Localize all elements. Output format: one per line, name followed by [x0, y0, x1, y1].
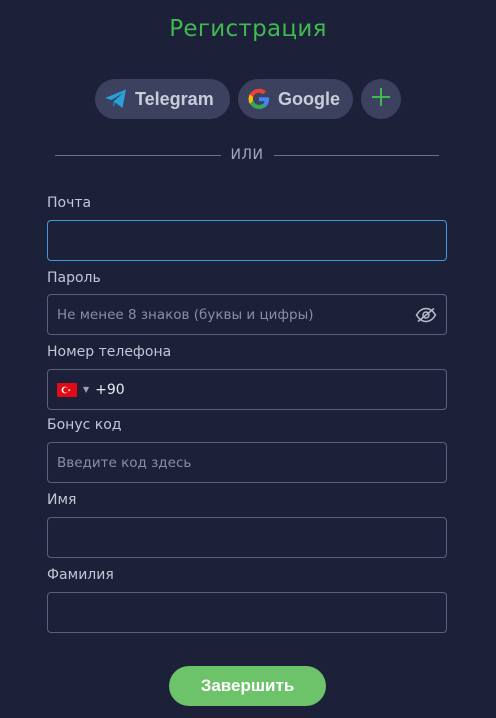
email-field[interactable]	[47, 220, 447, 261]
country-selector[interactable]: ▼ +90	[57, 382, 127, 398]
telegram-login-label: Telegram	[135, 88, 214, 109]
email-input[interactable]	[57, 232, 437, 249]
first-name-label: Имя	[47, 492, 77, 508]
complete-registration-button[interactable]: Завершить	[169, 666, 326, 706]
plus-icon	[370, 86, 392, 112]
chevron-down-icon: ▼	[83, 385, 90, 394]
bonus-code-field[interactable]	[47, 442, 447, 483]
social-login-row: Telegram Google	[0, 79, 496, 119]
bonus-code-input[interactable]	[57, 454, 437, 471]
more-login-options-button[interactable]	[361, 79, 401, 119]
last-name-input[interactable]	[57, 604, 437, 621]
google-icon	[246, 86, 272, 112]
password-label: Пароль	[47, 270, 101, 286]
or-divider: ИЛИ	[55, 147, 440, 163]
phone-label: Номер телефона	[47, 344, 172, 360]
telegram-login-button[interactable]: Telegram	[95, 79, 230, 119]
eye-off-icon[interactable]	[415, 304, 437, 326]
turkey-flag-icon	[57, 382, 77, 397]
divider-text: ИЛИ	[230, 147, 264, 163]
bonus-code-label: Бонус код	[47, 417, 122, 433]
password-input[interactable]	[57, 306, 415, 323]
first-name-input[interactable]	[57, 529, 437, 546]
email-label: Почта	[47, 195, 92, 211]
page-title: Регистрация	[169, 16, 327, 42]
first-name-field[interactable]	[47, 517, 447, 558]
password-field[interactable]	[47, 294, 447, 335]
phone-field[interactable]: ▼ +90	[47, 369, 447, 410]
divider-line-right	[273, 154, 440, 156]
country-code: +90	[95, 381, 125, 398]
phone-input[interactable]	[128, 381, 419, 398]
google-login-button[interactable]: Google	[238, 79, 353, 119]
last-name-label: Фамилия	[47, 567, 114, 583]
telegram-icon	[103, 86, 129, 112]
google-login-label: Google	[278, 88, 340, 109]
divider-line-left	[55, 154, 221, 156]
last-name-field[interactable]	[47, 592, 447, 633]
